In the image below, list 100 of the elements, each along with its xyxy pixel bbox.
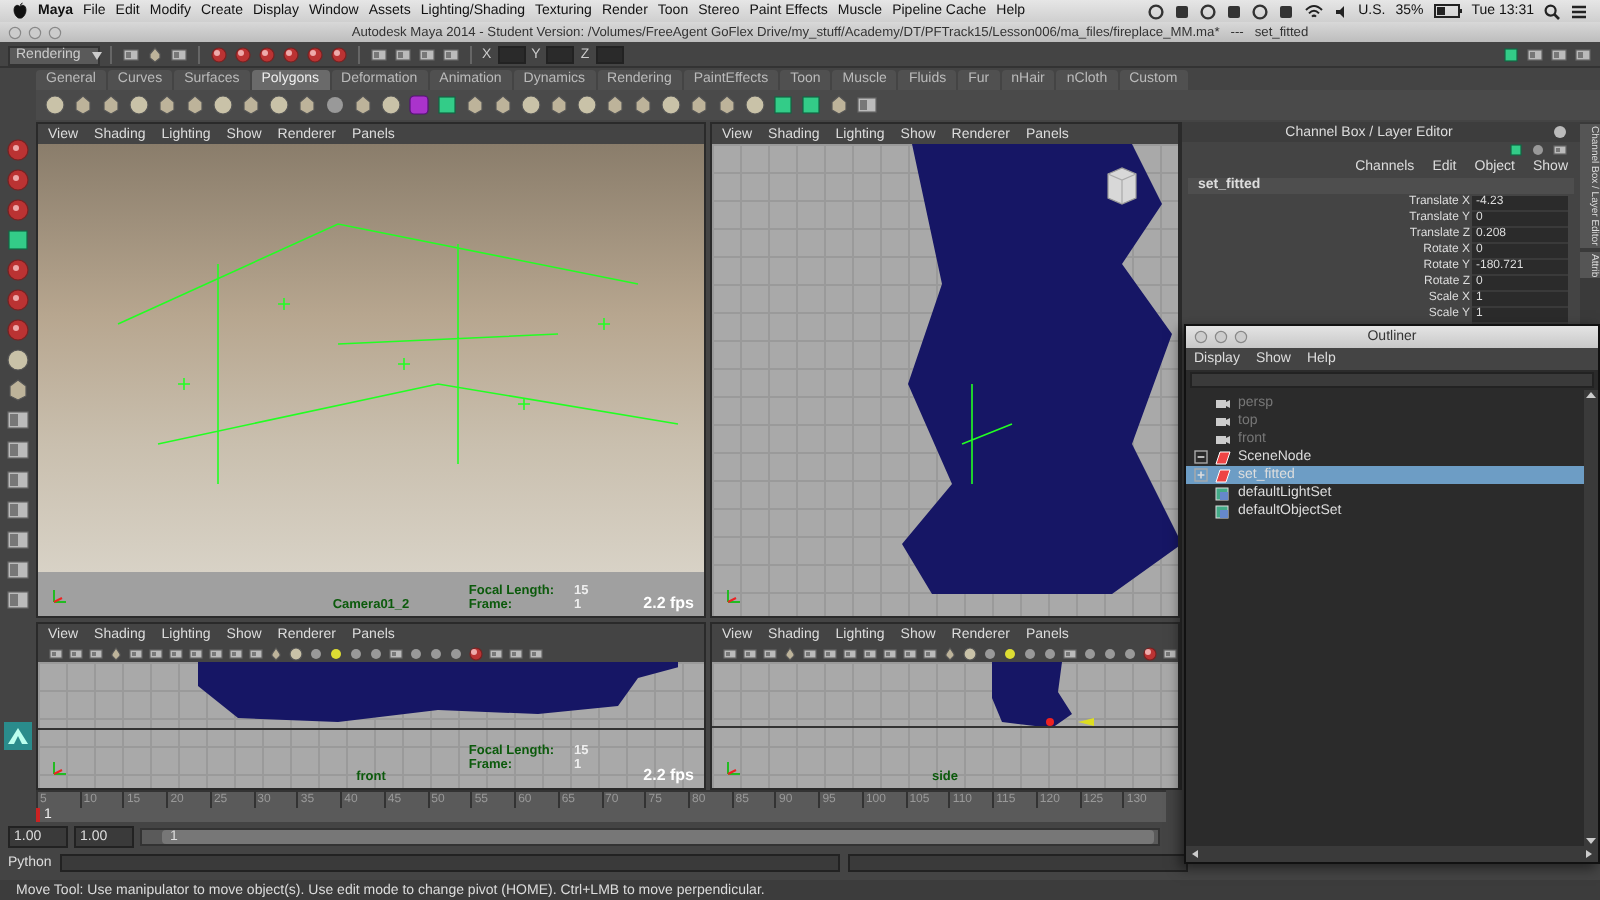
shaded-sphere-icon[interactable] [6, 168, 30, 192]
panel-icon[interactable] [170, 46, 188, 64]
panel-icon[interactable] [842, 645, 858, 661]
panel-icon[interactable] [370, 46, 388, 64]
status-circle-icon[interactable] [1200, 3, 1217, 19]
input-field[interactable] [595, 46, 624, 64]
panel-icon[interactable] [388, 645, 404, 661]
panel-icon[interactable] [488, 645, 504, 661]
scroll-right-icon[interactable] [1584, 848, 1594, 860]
list-icon[interactable] [1570, 3, 1588, 19]
ball-icon[interactable] [324, 94, 346, 116]
panel-icon[interactable] [6, 558, 30, 582]
window-minimize-button[interactable] [1214, 330, 1228, 344]
status-square-icon[interactable] [1174, 3, 1191, 19]
ball-icon[interactable] [308, 645, 324, 661]
scroll-bar[interactable] [1584, 390, 1598, 846]
status-circle-icon[interactable] [1252, 3, 1269, 19]
shaded-sphere-icon[interactable] [6, 258, 30, 282]
sphere-icon[interactable] [380, 94, 402, 116]
panel-icon[interactable] [6, 468, 30, 492]
square-icon[interactable] [1502, 46, 1520, 64]
panel-icon[interactable] [208, 645, 224, 661]
speaker-icon[interactable] [1334, 3, 1349, 19]
square-icon[interactable] [6, 228, 30, 252]
panel-icon[interactable] [6, 528, 30, 552]
panel-icon[interactable] [6, 408, 30, 432]
scroll-bar[interactable] [1186, 846, 1598, 862]
panel-icon[interactable] [6, 498, 30, 522]
panel-icon[interactable] [168, 645, 184, 661]
light-bulb-icon[interactable] [1002, 645, 1018, 661]
panel-icon[interactable] [1062, 645, 1078, 661]
apple-logo-icon[interactable] [12, 2, 28, 20]
shaded-sphere-icon[interactable] [468, 645, 484, 661]
ball-icon[interactable] [982, 645, 998, 661]
sphere-icon[interactable] [128, 94, 150, 116]
shaded-sphere-icon[interactable] [6, 288, 30, 312]
sphere-icon[interactable] [44, 94, 66, 116]
status-circle-icon[interactable] [1148, 3, 1165, 19]
panel-icon[interactable] [762, 645, 778, 661]
sphere-icon[interactable] [6, 348, 30, 372]
panel-icon[interactable] [188, 645, 204, 661]
sphere-icon[interactable] [288, 645, 304, 661]
panel-icon[interactable] [418, 46, 436, 64]
collapse-icon[interactable] [1194, 450, 1208, 464]
panel-icon[interactable] [394, 46, 412, 64]
shaded-sphere-icon[interactable] [6, 138, 30, 162]
square-icon[interactable] [1508, 142, 1524, 158]
sphere-icon[interactable] [576, 94, 598, 116]
window-close-button[interactable] [1194, 330, 1208, 344]
panel-icon[interactable] [742, 645, 758, 661]
panel-icon[interactable] [802, 645, 818, 661]
panel-icon[interactable] [882, 645, 898, 661]
filter-field[interactable] [1190, 372, 1594, 388]
panel-icon[interactable] [128, 645, 144, 661]
input-field[interactable] [497, 46, 526, 64]
square-icon[interactable] [800, 94, 822, 116]
panel-icon[interactable] [1526, 46, 1544, 64]
panel-icon[interactable] [922, 645, 938, 661]
wifi-icon[interactable] [1304, 3, 1325, 19]
square-icon[interactable] [772, 94, 794, 116]
panel-icon[interactable] [856, 94, 878, 116]
panel-icon[interactable] [68, 645, 84, 661]
sphere-icon[interactable] [520, 94, 542, 116]
panel-icon[interactable] [862, 645, 878, 661]
sphere-icon[interactable] [660, 94, 682, 116]
shaded-sphere-icon[interactable] [6, 198, 30, 222]
scroll-left-icon[interactable] [1190, 848, 1200, 860]
battery-icon[interactable] [1433, 4, 1462, 18]
panel-icon[interactable] [722, 645, 738, 661]
panel-icon[interactable] [1552, 142, 1568, 158]
light-bulb-icon[interactable] [328, 645, 344, 661]
ball-icon[interactable] [1530, 142, 1546, 158]
status-square-icon[interactable] [1226, 3, 1243, 19]
panel-icon[interactable] [48, 645, 64, 661]
panel-icon[interactable] [6, 588, 30, 612]
sphere-icon[interactable] [212, 94, 234, 116]
panel-icon[interactable] [228, 645, 244, 661]
panel-icon[interactable] [88, 645, 104, 661]
panel-icon[interactable] [1574, 46, 1592, 64]
panel-icon[interactable] [902, 645, 918, 661]
sphere-icon[interactable] [268, 94, 290, 116]
panel-icon[interactable] [148, 645, 164, 661]
panel-icon[interactable] [6, 438, 30, 462]
search-icon[interactable] [1544, 3, 1560, 19]
panel-icon[interactable] [442, 46, 460, 64]
maya-logo-icon[interactable] [4, 722, 32, 750]
window-zoom-button[interactable] [1234, 330, 1248, 344]
view-cube-icon[interactable] [1102, 164, 1142, 208]
status-square-icon[interactable] [1278, 3, 1295, 19]
panel-icon[interactable] [1550, 46, 1568, 64]
panel-icon[interactable] [1162, 645, 1178, 661]
shaded-sphere-icon[interactable] [1142, 645, 1158, 661]
dock-icon[interactable] [1552, 124, 1568, 140]
input-field[interactable] [546, 46, 575, 64]
scroll-up-icon[interactable] [1584, 390, 1598, 400]
sphere-icon[interactable] [744, 94, 766, 116]
shaded-sphere-icon[interactable] [6, 318, 30, 342]
square-icon[interactable] [436, 94, 458, 116]
panel-icon[interactable] [822, 645, 838, 661]
command-input-field[interactable] [59, 854, 840, 872]
